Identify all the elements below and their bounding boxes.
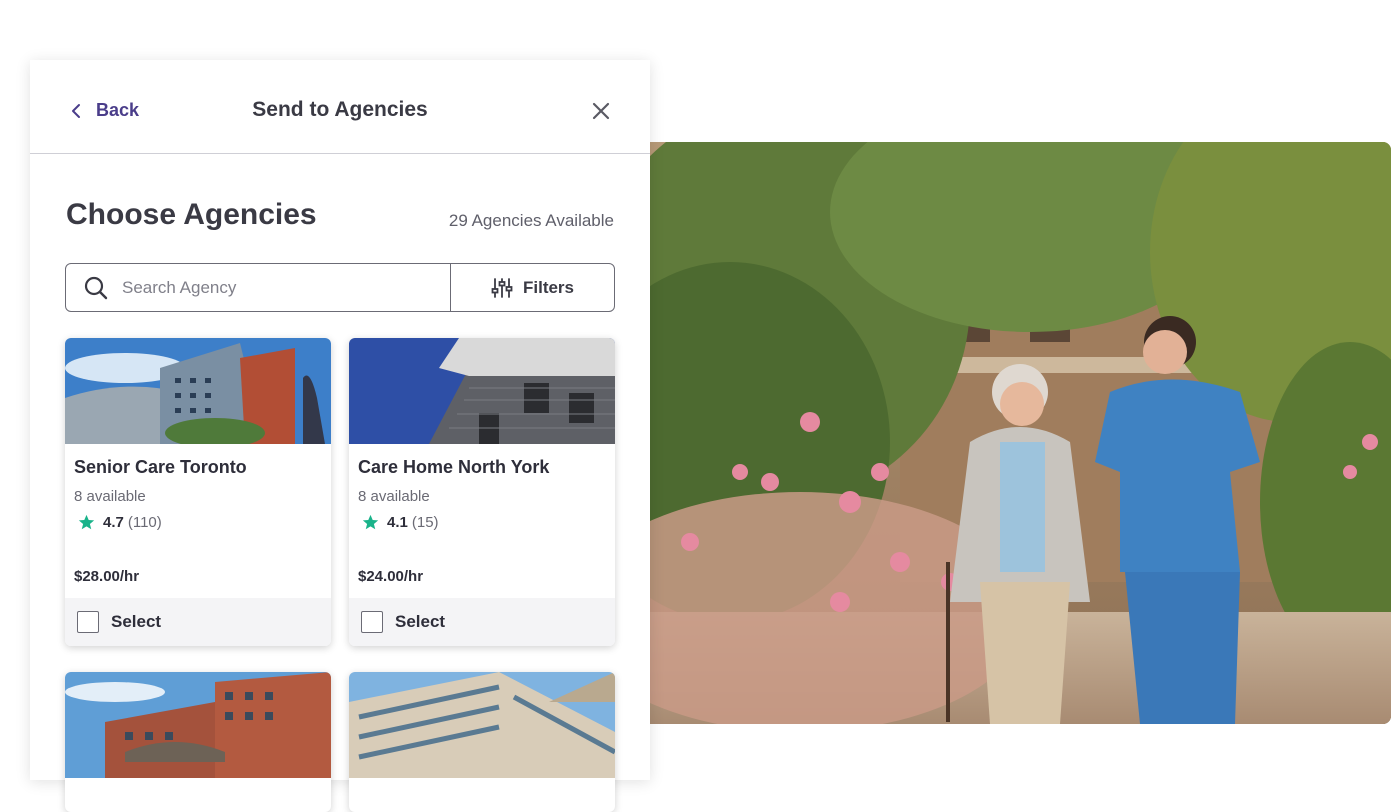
select-toggle[interactable]: Select xyxy=(65,598,331,646)
agency-name: Senior Care Toronto xyxy=(74,457,247,477)
filters-label: Filters xyxy=(522,277,575,297)
rating-score: 4.7 xyxy=(103,514,124,531)
search-input[interactable] xyxy=(122,277,422,298)
search-box[interactable] xyxy=(66,264,451,311)
search-icon xyxy=(84,276,108,299)
panel-header: Back Send to Agencies xyxy=(30,60,650,154)
agency-availability: 8 available xyxy=(74,488,146,505)
agency-price: $24.00/hr xyxy=(358,568,424,585)
agency-availability: 8 available xyxy=(358,488,430,505)
agency-card[interactable] xyxy=(349,672,615,812)
agency-image xyxy=(65,672,331,778)
agency-card[interactable]: Senior Care Toronto 8 available 4.7 (110… xyxy=(65,338,331,646)
select-checkbox[interactable] xyxy=(77,611,99,633)
agency-image xyxy=(349,672,615,778)
select-label: Select xyxy=(111,612,162,631)
send-to-agencies-panel: Back Send to Agencies Choose Agencies 29… xyxy=(30,60,650,812)
agency-card[interactable]: Care Home North York 8 available 4.1 (15… xyxy=(349,338,615,646)
filters-button[interactable]: Filters xyxy=(451,264,614,311)
star-icon xyxy=(78,514,95,530)
agencies-available-count: 29 Agencies Available xyxy=(448,211,614,230)
rating-score: 4.1 xyxy=(387,514,408,531)
agency-image xyxy=(65,338,331,444)
agency-price: $28.00/hr xyxy=(74,568,140,585)
select-checkbox[interactable] xyxy=(361,611,383,633)
star-icon xyxy=(362,514,379,530)
section-header: Choose Agencies 29 Agencies Available xyxy=(66,198,614,238)
section-title: Choose Agencies xyxy=(66,198,317,231)
page-title: Send to Agencies xyxy=(252,98,428,121)
select-label: Select xyxy=(395,612,446,631)
select-toggle[interactable]: Select xyxy=(349,598,615,646)
rating-count: (110) xyxy=(127,514,162,531)
rating-count: (15) xyxy=(411,514,439,531)
agency-name: Care Home North York xyxy=(358,457,550,477)
sliders-icon xyxy=(491,277,513,298)
agency-rating: 4.7 (110) xyxy=(78,514,162,531)
caregiver-photo xyxy=(650,142,1391,724)
agency-rating: 4.1 (15) xyxy=(362,514,439,531)
search-filter-bar: Filters xyxy=(65,263,615,312)
agency-card[interactable] xyxy=(65,672,331,812)
agency-image xyxy=(349,338,615,444)
close-icon[interactable] xyxy=(590,100,612,122)
